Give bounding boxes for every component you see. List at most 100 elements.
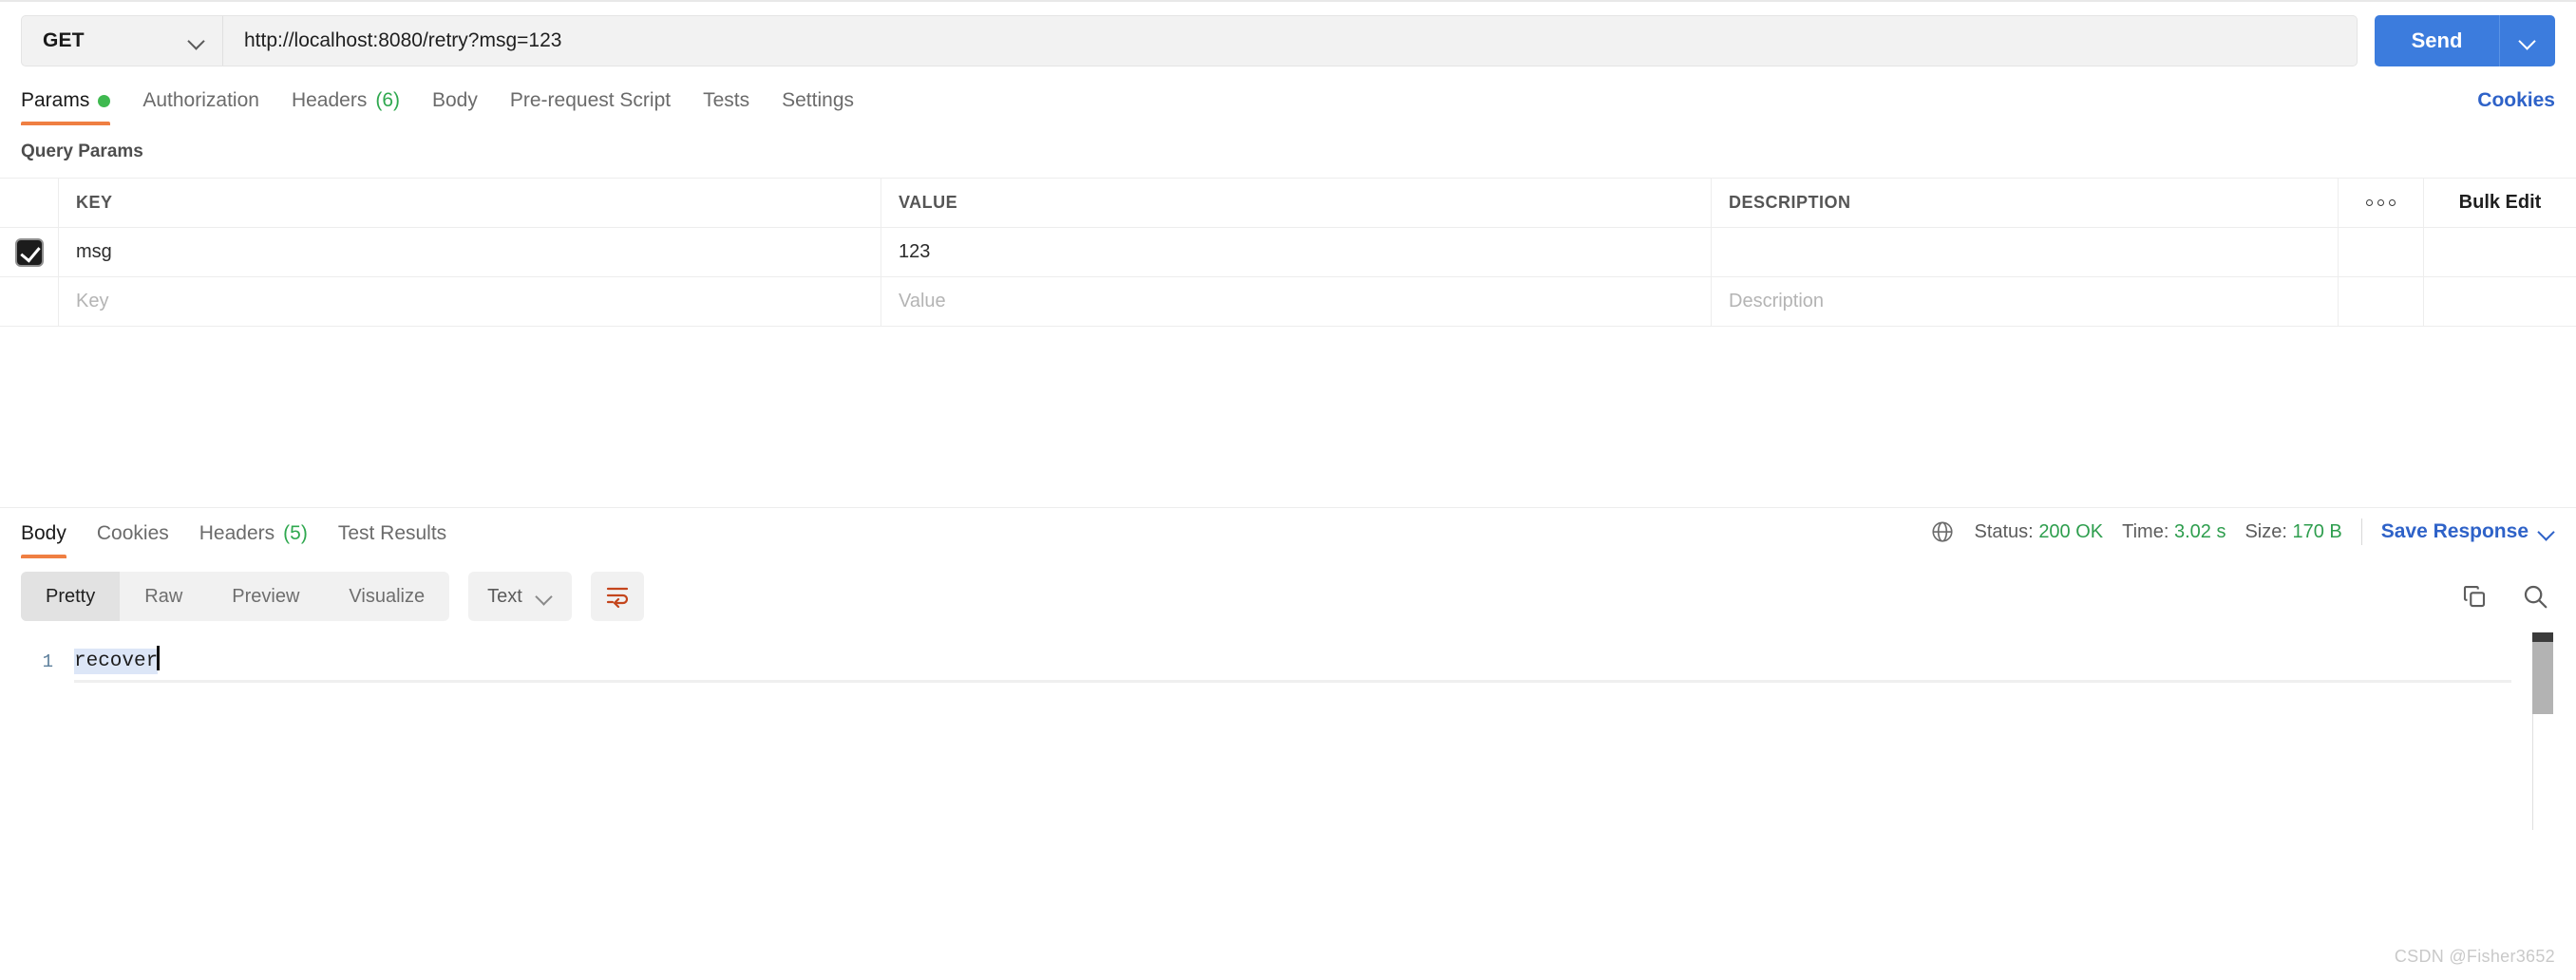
scrollbar-cap bbox=[2532, 632, 2553, 642]
tab-body-label: Body bbox=[432, 89, 478, 111]
selected-text: recover bbox=[74, 649, 159, 674]
header-cell-description: DESCRIPTION bbox=[1712, 179, 2339, 227]
body-format-label: Text bbox=[487, 585, 522, 607]
editor-vertical-scrollbar[interactable] bbox=[2532, 632, 2553, 714]
more-options-icon bbox=[2366, 199, 2396, 206]
tab-params[interactable]: Params bbox=[21, 76, 111, 125]
view-mode-raw[interactable]: Raw bbox=[120, 572, 207, 621]
tab-tests-label: Tests bbox=[703, 89, 750, 111]
response-tab-cookies-label: Cookies bbox=[96, 522, 169, 544]
new-row-spacer-cell-2 bbox=[2424, 277, 2576, 326]
http-method-label: GET bbox=[43, 29, 85, 51]
status-text: Status: 200 OK bbox=[1974, 520, 2104, 542]
table-options-button[interactable] bbox=[2339, 179, 2424, 227]
table-new-row: Key Value Description bbox=[0, 277, 2576, 327]
response-tab-headers-count: (5) bbox=[283, 522, 308, 544]
query-params-title: Query Params bbox=[21, 141, 143, 161]
tab-headers-count: (6) bbox=[375, 89, 400, 111]
response-tab-body-label: Body bbox=[21, 522, 66, 544]
body-format-select[interactable]: Text bbox=[468, 572, 572, 621]
size-text: Size: 170 B bbox=[2245, 520, 2342, 542]
tab-headers[interactable]: Headers (6) bbox=[292, 76, 400, 125]
search-icon[interactable] bbox=[2521, 582, 2549, 611]
status-value: 200 OK bbox=[2038, 520, 2104, 542]
chevron-down-icon bbox=[2538, 523, 2555, 540]
new-row-key-input[interactable]: Key bbox=[59, 277, 881, 326]
row-spacer-cell bbox=[2339, 228, 2424, 276]
row-spacer-cell-2 bbox=[2424, 228, 2576, 276]
tab-pre-request-script-label: Pre-request Script bbox=[509, 89, 672, 111]
tab-pre-request-script[interactable]: Pre-request Script bbox=[510, 76, 671, 125]
watermark: CSDN @Fisher3652 bbox=[2394, 947, 2555, 966]
view-mode-visualize[interactable]: Visualize bbox=[324, 572, 449, 621]
view-mode-pretty[interactable]: Pretty bbox=[21, 572, 121, 621]
tab-authorization[interactable]: Authorization bbox=[142, 76, 259, 125]
bulk-edit-button[interactable]: Bulk Edit bbox=[2424, 179, 2576, 227]
new-row-description-input[interactable]: Description bbox=[1712, 277, 2339, 326]
row-enabled-checkbox[interactable] bbox=[14, 237, 44, 267]
response-tab-test-results[interactable]: Test Results bbox=[338, 509, 446, 558]
save-response-label: Save Response bbox=[2380, 520, 2529, 542]
url-field-group: GET bbox=[21, 15, 2358, 66]
code-line-content[interactable]: recover bbox=[74, 646, 161, 678]
tab-headers-label: Headers bbox=[291, 89, 368, 111]
tab-body[interactable]: Body bbox=[432, 76, 478, 125]
tab-settings[interactable]: Settings bbox=[782, 76, 854, 125]
http-method-select[interactable]: GET bbox=[22, 16, 223, 66]
globe-icon bbox=[1932, 521, 1954, 542]
send-options-button[interactable] bbox=[2500, 15, 2555, 66]
row-checkbox-cell bbox=[0, 228, 59, 276]
tab-params-label: Params bbox=[21, 89, 90, 111]
body-toolbar-right bbox=[2460, 582, 2555, 611]
tab-tests[interactable]: Tests bbox=[703, 76, 749, 125]
request-tabs-bar: Params Authorization Headers (6) Body Pr… bbox=[0, 76, 2576, 125]
copy-icon[interactable] bbox=[2460, 582, 2489, 611]
scrollbar-thumb[interactable] bbox=[2532, 642, 2553, 714]
response-tab-test-results-label: Test Results bbox=[337, 522, 447, 544]
response-tabs-bar: Body Cookies Headers (5) Test Results St… bbox=[0, 507, 2576, 558]
header-cell-key: KEY bbox=[59, 179, 881, 227]
response-tab-body[interactable]: Body bbox=[21, 509, 66, 558]
table-row: msg 123 bbox=[0, 228, 2576, 277]
response-body-toolbar: Pretty Raw Preview Visualize Text bbox=[0, 558, 2576, 632]
tab-settings-label: Settings bbox=[782, 89, 855, 111]
response-tab-headers[interactable]: Headers (5) bbox=[199, 509, 308, 558]
response-status-bar: Status: 200 OK Time: 3.02 s Size: 170 B … bbox=[1930, 518, 2555, 558]
table-header-row: KEY VALUE DESCRIPTION Bulk Edit bbox=[0, 179, 2576, 228]
body-view-mode-group: Pretty Raw Preview Visualize bbox=[21, 572, 450, 621]
body-toolbar-left: Pretty Raw Preview Visualize Text bbox=[21, 572, 644, 621]
query-params-table: KEY VALUE DESCRIPTION Bulk Edit msg 123 … bbox=[0, 178, 2576, 327]
cookies-link[interactable]: Cookies bbox=[2477, 89, 2555, 125]
word-wrap-icon bbox=[606, 587, 628, 609]
chevron-down-icon bbox=[536, 588, 553, 605]
unsaved-dot-icon bbox=[98, 94, 111, 107]
response-body-editor[interactable]: 1 recover bbox=[0, 632, 2576, 830]
request-url-bar: GET Send bbox=[0, 2, 2576, 76]
response-tab-headers-label: Headers bbox=[199, 522, 275, 544]
line-number: 1 bbox=[42, 651, 53, 672]
url-input[interactable] bbox=[223, 16, 2357, 66]
header-cell-value: VALUE bbox=[881, 179, 1712, 227]
header-cell-checkbox bbox=[0, 179, 59, 227]
time-value: 3.02 s bbox=[2173, 520, 2226, 542]
text-cursor bbox=[157, 646, 161, 670]
new-row-value-input[interactable]: Value bbox=[881, 277, 1712, 326]
chevron-down-icon bbox=[188, 32, 205, 49]
row-value-cell[interactable]: 123 bbox=[881, 228, 1712, 276]
size-value: 170 B bbox=[2292, 520, 2342, 542]
tab-authorization-label: Authorization bbox=[142, 89, 259, 111]
response-tab-cookies[interactable]: Cookies bbox=[97, 509, 169, 558]
word-wrap-toggle[interactable] bbox=[590, 572, 644, 621]
new-row-spacer-cell bbox=[2339, 277, 2424, 326]
params-empty-space bbox=[0, 327, 2576, 507]
row-description-cell[interactable] bbox=[1712, 228, 2339, 276]
row-key-cell[interactable]: msg bbox=[59, 228, 881, 276]
new-row-checkbox-cell bbox=[0, 277, 59, 326]
chevron-down-icon bbox=[2519, 32, 2536, 49]
send-button-group: Send bbox=[2375, 15, 2555, 66]
send-button[interactable]: Send bbox=[2375, 15, 2500, 66]
code-line-rule bbox=[74, 680, 2511, 683]
request-tabs: Params Authorization Headers (6) Body Pr… bbox=[21, 76, 854, 125]
save-response-button[interactable]: Save Response bbox=[2381, 520, 2555, 543]
view-mode-preview[interactable]: Preview bbox=[207, 572, 324, 621]
